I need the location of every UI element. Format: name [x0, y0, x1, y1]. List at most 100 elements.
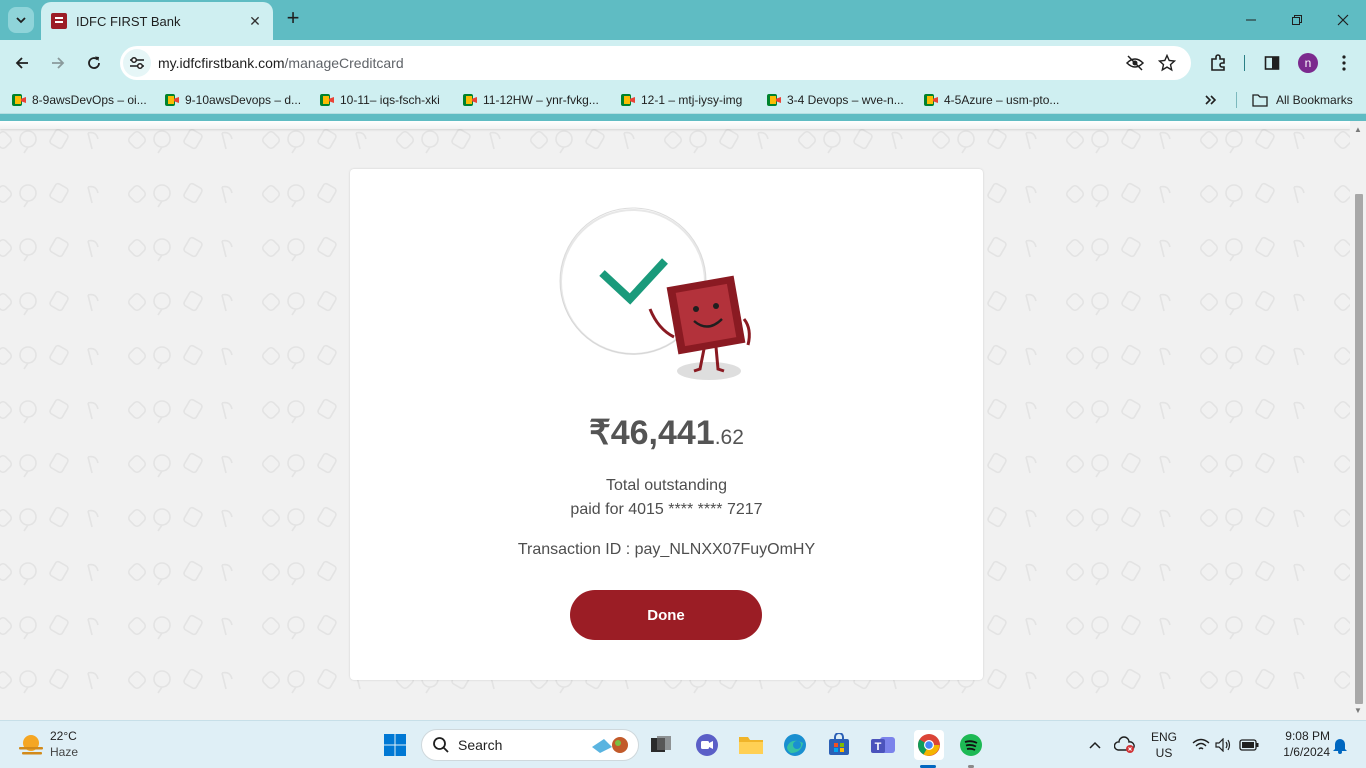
- all-bookmarks-label: All Bookmarks: [1276, 93, 1353, 107]
- forward-button[interactable]: [44, 49, 72, 77]
- google-meet-icon: [767, 94, 781, 106]
- search-icon: [433, 737, 449, 753]
- start-button[interactable]: [382, 732, 408, 758]
- teams-icon: T: [871, 737, 895, 753]
- payment-success-card: ₹46,441.62 Total outstanding paid for 40…: [350, 169, 983, 680]
- more-bookmarks-button[interactable]: [1204, 90, 1218, 110]
- language-line2[interactable]: US: [1148, 746, 1180, 760]
- chevron-down-icon: [16, 17, 26, 24]
- volume-status[interactable]: [1211, 732, 1237, 758]
- notifications-button[interactable]: [1327, 732, 1353, 758]
- close-icon: [1337, 14, 1349, 26]
- bookmark-label: 4-5Azure – usm-pto...: [944, 93, 1060, 107]
- tab-idfc[interactable]: IDFC FIRST Bank ✕: [41, 2, 273, 40]
- puzzle-icon: [1211, 54, 1225, 71]
- all-bookmarks-button[interactable]: All Bookmarks: [1252, 90, 1353, 110]
- arrow-right-icon: [52, 57, 65, 69]
- done-button[interactable]: Done: [570, 590, 762, 640]
- edge-icon: [784, 734, 806, 756]
- back-button[interactable]: [8, 49, 36, 77]
- microsoft-store-button[interactable]: [826, 732, 852, 758]
- edge-browser-button[interactable]: [782, 732, 808, 758]
- transaction-id: Transaction ID : pay_NLNXX07FuyOmHY: [517, 541, 816, 558]
- taskbar-search-box[interactable]: Search: [421, 729, 639, 761]
- amount-whole: ₹46,441: [589, 414, 715, 452]
- url-path: /manageCreditcard: [284, 55, 404, 71]
- paid-amount: ₹46,441.62: [350, 413, 983, 453]
- battery-icon: [1239, 739, 1259, 751]
- teams-button[interactable]: T: [870, 732, 896, 758]
- kebab-menu-icon: [1342, 55, 1346, 71]
- search-placeholder: Search: [458, 737, 503, 753]
- site-info-icon[interactable]: [123, 49, 151, 77]
- bookmark-star-icon[interactable]: [1156, 52, 1178, 74]
- bookmark-item[interactable]: 8-9awsDevOps – oi...: [12, 90, 147, 110]
- avatar: n: [1298, 53, 1318, 73]
- arrow-left-icon: [15, 57, 28, 69]
- tab-search-button[interactable]: [8, 7, 34, 33]
- store-icon: [829, 733, 849, 755]
- side-panel-icon: [1264, 56, 1280, 70]
- spotify-button[interactable]: [958, 732, 984, 758]
- tab-close-icon[interactable]: ✕: [247, 13, 263, 30]
- idfc-favicon-icon: [51, 13, 67, 29]
- url-text: my.idfcfirstbank.com/manageCreditcard: [158, 55, 404, 71]
- side-panel-button[interactable]: [1258, 49, 1286, 77]
- page-scrollbar[interactable]: ▲ ▼: [1350, 121, 1366, 720]
- new-tab-button[interactable]: +: [282, 7, 304, 30]
- chrome-button[interactable]: [914, 730, 944, 760]
- toolbar-divider: [1244, 55, 1245, 71]
- browser-titlebar: IDFC FIRST Bank ✕ +: [0, 0, 1366, 40]
- address-bar[interactable]: my.idfcfirstbank.com/manageCreditcard: [120, 46, 1191, 80]
- cloud-error-icon: [1114, 736, 1135, 753]
- reload-button[interactable]: [80, 49, 108, 77]
- file-explorer-button[interactable]: [738, 732, 764, 758]
- video-chat-icon: [696, 734, 718, 756]
- bookmark-item[interactable]: 12-1 – mtj-iysy-img: [621, 90, 742, 110]
- minimize-button[interactable]: [1228, 0, 1274, 40]
- onedrive-status-button[interactable]: [1112, 732, 1138, 758]
- google-meet-icon: [12, 94, 26, 106]
- close-window-button[interactable]: [1320, 0, 1366, 40]
- scrollbar-thumb[interactable]: [1355, 194, 1363, 704]
- bookmarks-divider: [1236, 92, 1237, 108]
- scroll-up-arrow-icon[interactable]: ▲: [1354, 125, 1362, 134]
- bookmark-item[interactable]: 4-5Azure – usm-pto...: [924, 90, 1059, 110]
- url-host: my.idfcfirstbank.com: [158, 55, 285, 71]
- restore-button[interactable]: [1274, 0, 1320, 40]
- eye-off-icon[interactable]: [1124, 52, 1146, 74]
- folder-icon: [1252, 94, 1268, 107]
- extensions-button[interactable]: [1204, 49, 1232, 77]
- weather-widget[interactable]: [16, 730, 46, 760]
- menu-button[interactable]: [1330, 49, 1358, 77]
- chrome-icon: [918, 734, 940, 756]
- language-line1[interactable]: ENG: [1148, 730, 1180, 744]
- wifi-icon: [1192, 738, 1210, 750]
- status-line-1: Total outstanding: [606, 477, 727, 494]
- minimize-icon: [1246, 19, 1256, 21]
- profile-button[interactable]: n: [1294, 49, 1322, 77]
- google-meet-icon: [924, 94, 938, 106]
- scroll-down-arrow-icon[interactable]: ▼: [1354, 706, 1362, 715]
- battery-status[interactable]: [1236, 732, 1262, 758]
- bookmark-item[interactable]: 3-4 Devops – wve-n...: [767, 90, 904, 110]
- show-hidden-icons-button[interactable]: [1082, 732, 1108, 758]
- bookmark-item[interactable]: 9-10awsDevops – d...: [165, 90, 301, 110]
- bookmark-label: 9-10awsDevops – d...: [185, 93, 302, 107]
- bookmark-item[interactable]: 11-12HW – ynr-fvkg...: [463, 90, 599, 110]
- chevron-double-right-icon: [1205, 95, 1217, 105]
- bookmark-label: 10-11– iqs-fsch-xki: [340, 93, 440, 107]
- windows-taskbar: 22°C Haze Search T ENG US 9:08 PM 1/6/20…: [0, 720, 1366, 768]
- task-view-icon: [651, 736, 671, 752]
- bookmark-label: 8-9awsDevOps – oi...: [32, 93, 147, 107]
- bookmark-item[interactable]: 10-11– iqs-fsch-xki: [320, 90, 440, 110]
- task-view-button[interactable]: [648, 732, 674, 758]
- amount-decimal: .62: [714, 426, 744, 449]
- search-highlight-icon: [590, 735, 630, 755]
- spotify-icon: [960, 734, 982, 756]
- taskbar-chat-button[interactable]: [694, 732, 720, 758]
- svg-text:T: T: [875, 741, 882, 753]
- clock-time[interactable]: 9:08 PM: [1266, 729, 1330, 743]
- page-header-edge: [0, 121, 1350, 129]
- clock-date[interactable]: 1/6/2024: [1266, 745, 1330, 759]
